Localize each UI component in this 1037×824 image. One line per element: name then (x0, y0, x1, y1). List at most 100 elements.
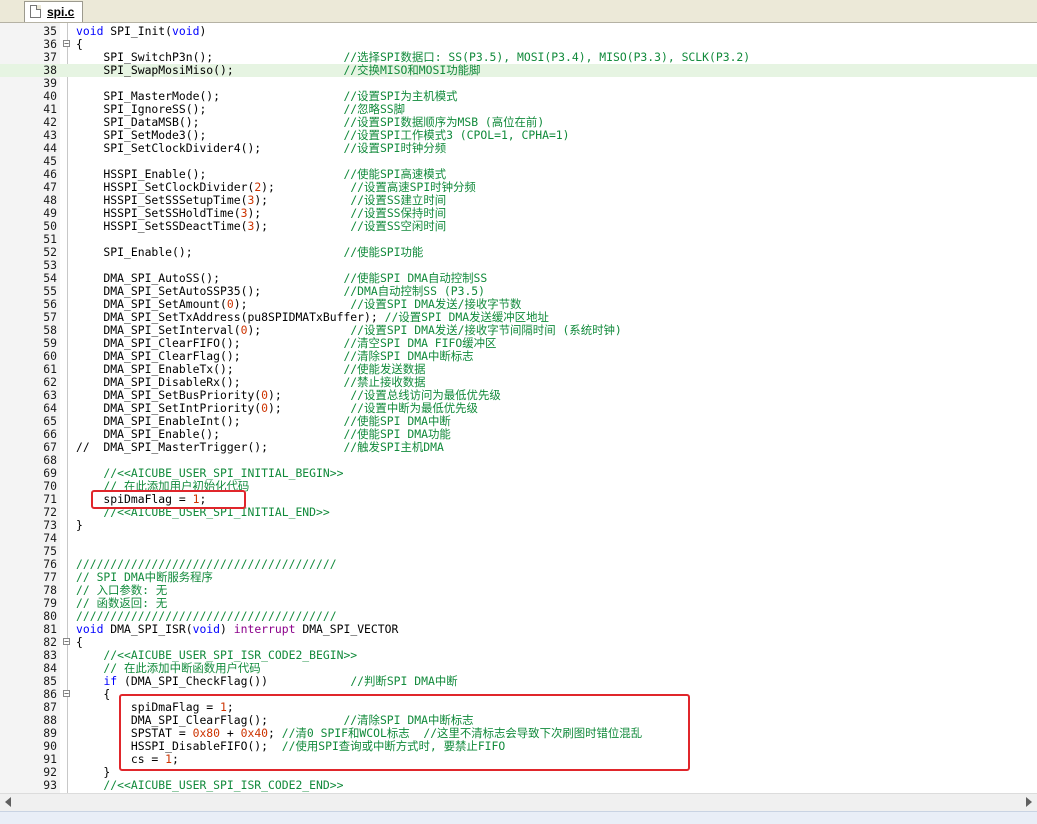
code-token: //使能SPI高速模式 (343, 167, 447, 181)
editor-tab-bar: spi.c (0, 0, 1037, 23)
code-token: DMA_SPI_ClearFlag(); (76, 349, 344, 363)
code-token: //判断SPI DMA中断 (350, 674, 458, 688)
code-token: //<<AICUBE_USER_SPI_ISR_CODE2_END>> (76, 778, 344, 792)
code-token: //使能SPI功能 (343, 245, 424, 259)
code-token: ) (220, 622, 234, 636)
code-line[interactable]: 93 //<<AICUBE_USER_SPI_ISR_CODE2_END>> (0, 779, 1037, 792)
code-token: // DMA_SPI_MasterTrigger(); (76, 440, 344, 454)
code-token: SPI_IgnoreSS(); (76, 102, 344, 116)
code-token: SPI_DataMSB(); (76, 115, 344, 129)
code-text: void SPI_Init(void) (76, 25, 206, 38)
scroll-right-icon[interactable] (1026, 797, 1032, 807)
code-token: //设置总线访问为最低优先级 (350, 388, 501, 402)
code-text: } (76, 519, 83, 532)
code-token: //设置SS保持时间 (350, 206, 447, 220)
code-token: DMA_SPI_SetInterval( (76, 323, 241, 337)
code-token: DMA_SPI_VECTOR (295, 622, 399, 636)
code-line[interactable]: 67// DMA_SPI_MasterTrigger(); //触发SPI主机D… (0, 441, 1037, 454)
code-token: DMA_SPI_SetAutoSSP35(); (76, 284, 344, 298)
code-token: // 入口参数: 无 (76, 583, 168, 597)
tab-label: spi.c (47, 5, 75, 19)
code-token: DMA_SPI_Enable(); (76, 427, 344, 441)
code-token: void (76, 24, 104, 38)
annotation-box-isr (119, 694, 690, 771)
code-line[interactable]: 73} (0, 519, 1037, 532)
code-token: //<<AICUBE_USER_SPI_ISR_CODE2_BEGIN>> (76, 648, 358, 662)
code-token: //使能SPI DMA中断 (343, 414, 451, 428)
code-token: ); (247, 206, 351, 220)
code-token: ); (261, 180, 351, 194)
code-line[interactable]: 74 (0, 532, 1037, 545)
code-token: 0 (261, 388, 269, 402)
code-text: SPI_Enable(); //使能SPI功能 (76, 246, 423, 259)
fold-toggle-icon[interactable]: − (63, 638, 70, 646)
code-token: HSSPI_Enable(); (76, 167, 344, 181)
code-token: //设置SPI DMA发送/接收字节间隔时间 (系统时钟) (350, 323, 622, 337)
code-token: // SPI DMA中断服务程序 (76, 570, 213, 584)
code-token: SPI_Init( (103, 24, 173, 38)
code-token: ////////////////////////////////////// (76, 557, 337, 571)
code-token: //设置SPI时钟分频 (343, 141, 447, 155)
code-line[interactable]: 81 void DMA_SPI_ISR(void) interrupt DMA_S… (0, 623, 1037, 636)
status-strip (0, 811, 1037, 824)
code-token: DMA_SPI_SetAmount( (76, 297, 227, 311)
code-token: DMA_SPI_AutoSS(); (76, 271, 344, 285)
code-editor[interactable]: 35 void SPI_Init(void) 36−{37 SPI_SwitchP3… (0, 23, 1037, 793)
code-token: //使能发送数据 (343, 362, 426, 376)
code-line[interactable]: 44 SPI_SetClockDivider4(); //设置SPI时钟分频 (0, 142, 1037, 155)
code-line[interactable]: 50 HSSPI_SetSSDeactTime(3); //设置SS空闲时间 (0, 220, 1037, 233)
fold-toggle-icon[interactable]: − (63, 40, 70, 48)
code-text: SPI_SetClockDivider4(); //设置SPI时钟分频 (76, 142, 446, 155)
code-token: //使能SPI DMA自动控制SS (343, 271, 488, 285)
code-token: //清空SPI DMA FIFO缓冲区 (343, 336, 497, 350)
horizontal-scrollbar[interactable] (0, 793, 1037, 811)
code-token: //设置SPI DMA发送缓冲区地址 (384, 310, 549, 324)
code-token: (DMA_SPI_CheckFlag()) (117, 674, 351, 688)
code-token: //使能SPI DMA功能 (343, 427, 451, 441)
code-token: DMA_SPI_DisableRx(); (76, 375, 344, 389)
code-token: //禁止接收数据 (343, 375, 426, 389)
code-token: ); (254, 193, 351, 207)
code-token: //设置高速SPI时钟分频 (350, 180, 476, 194)
code-line[interactable]: 38 SPI_SwapMosiMiso(); //交换MISO和MOSI功能脚 (0, 64, 1037, 77)
code-token: DMA_SPI_EnableInt(); (76, 414, 344, 428)
code-token: HSSPI_SetSSSetupTime( (76, 193, 248, 207)
code-token: SPI_SetMode3(); (76, 128, 344, 142)
code-token: ); (268, 388, 351, 402)
code-token: //设置SPI为主机模式 (343, 89, 458, 103)
code-token: } (76, 765, 111, 779)
code-line[interactable]: 35 void SPI_Init(void) (0, 25, 1037, 38)
code-token: SPI_Enable(); (76, 245, 344, 259)
code-token: ) (199, 24, 207, 38)
code-token: ); (247, 323, 351, 337)
code-token: //清除SPI DMA中断标志 (343, 349, 474, 363)
code-line[interactable]: 85 if (DMA_SPI_CheckFlag()) //判断SPI DMA中… (0, 675, 1037, 688)
code-token: ////////////////////////////////////// (76, 609, 337, 623)
code-token: //设置中断为最低优先级 (350, 401, 478, 415)
code-text: if (DMA_SPI_CheckFlag()) //判断SPI DMA中断 (76, 674, 458, 688)
code-token: HSSPI_SetClockDivider( (76, 180, 255, 194)
code-token: //设置SPI数据顺序为MSB (高位在前) (343, 115, 545, 129)
code-token: 0 (226, 297, 234, 311)
fold-toggle-icon[interactable]: − (63, 690, 70, 698)
code-token: DMA_SPI_SetBusPriority( (76, 388, 262, 402)
code-token: SPI_SwapMosiMiso(); (76, 63, 344, 77)
code-token: //<<AICUBE_USER_SPI_INITIAL_BEGIN>> (76, 466, 344, 480)
code-token: //设置SS建立时间 (350, 193, 447, 207)
tab-spi-c[interactable]: spi.c (24, 1, 84, 22)
scroll-left-icon[interactable] (5, 797, 11, 807)
code-token: SPI_MasterMode(); (76, 89, 344, 103)
code-token: if (103, 674, 118, 688)
code-token: // 函数返回: 无 (76, 596, 168, 610)
code-text: SPI_SwapMosiMiso(); //交换MISO和MOSI功能脚 (76, 64, 480, 77)
code-token: //忽略SS脚 (343, 102, 406, 116)
c-file-icon (30, 5, 41, 18)
code-token: //触发SPI主机DMA (343, 440, 444, 454)
code-text: void DMA_SPI_ISR(void) interrupt DMA_SPI… (76, 623, 398, 636)
code-text: //<<AICUBE_USER_SPI_ISR_CODE2_END>> (76, 779, 343, 792)
code-line[interactable]: 52 SPI_Enable(); //使能SPI功能 (0, 246, 1037, 259)
code-token: // 在此添加中断函数用户代码 (76, 661, 261, 675)
code-token: 0 (261, 401, 269, 415)
code-token: DMA_SPI_SetIntPriority( (76, 401, 262, 415)
